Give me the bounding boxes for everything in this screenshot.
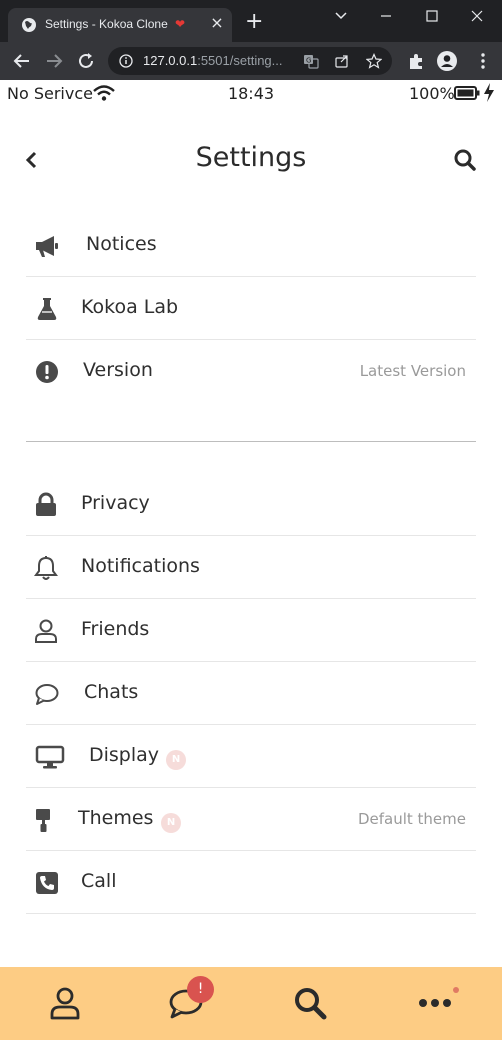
lock-icon	[36, 492, 56, 516]
settings-item-label: Display	[89, 744, 160, 766]
phone-square-icon	[36, 872, 58, 894]
site-info-icon[interactable]	[119, 54, 133, 68]
settings-item-label: Call	[81, 870, 117, 892]
tab-friends-user-icon[interactable]	[47, 985, 83, 1021]
browser-menu-icon[interactable]	[472, 50, 494, 72]
bell-icon	[34, 556, 58, 580]
charging-bolt-icon	[484, 83, 494, 102]
settings-item-chats[interactable]: Chats	[26, 662, 476, 725]
globe-icon	[22, 18, 36, 32]
browser-toolbar: 127.0.0.1:5501/setting... G	[0, 42, 502, 80]
flask-icon	[37, 298, 57, 320]
notification-dot	[453, 987, 459, 993]
settings-item-themes[interactable]: Themes N Default theme	[26, 788, 476, 851]
tab-more-ellipsis-icon[interactable]	[417, 985, 453, 1021]
url-text: 127.0.0.1:5501/setting...	[143, 53, 283, 68]
comment-icon	[35, 684, 59, 705]
new-badge: N	[161, 813, 181, 833]
paint-roller-icon	[36, 809, 50, 832]
back-arrow-icon[interactable]	[11, 50, 33, 72]
desktop-icon	[35, 745, 65, 769]
status-bar: No Serivce 18:43 100%	[0, 80, 502, 108]
new-tab-button[interactable]: +	[245, 11, 263, 33]
settings-item-label: Version	[83, 359, 153, 381]
settings-item-label: Themes	[78, 807, 154, 829]
settings-item-label: Chats	[84, 681, 139, 703]
reload-icon[interactable]	[75, 50, 97, 72]
settings-item-display[interactable]: Display N	[26, 725, 476, 788]
settings-item-label: Friends	[81, 618, 150, 640]
minimize-icon[interactable]	[375, 6, 397, 26]
maximize-icon[interactable]	[421, 6, 443, 26]
battery-percent: 100%	[409, 84, 455, 103]
section-divider	[26, 441, 476, 442]
settings-item-kokoa-lab[interactable]: Kokoa Lab	[26, 277, 476, 340]
settings-item-call[interactable]: Call	[26, 851, 476, 914]
profile-avatar-icon[interactable]	[436, 50, 458, 72]
new-badge: N	[166, 750, 186, 770]
tab-search-chevron-icon[interactable]	[330, 6, 352, 26]
settings-item-label: Notifications	[81, 555, 200, 577]
close-tab-icon[interactable]: ×	[208, 14, 226, 32]
settings-header: Settings	[0, 130, 502, 190]
version-status: Latest Version	[359, 362, 466, 380]
search-icon[interactable]	[453, 148, 477, 172]
exclamation-circle-icon	[36, 361, 58, 383]
svg-text:G: G	[306, 57, 311, 65]
bookmark-star-icon[interactable]	[366, 53, 382, 69]
share-icon[interactable]	[334, 53, 350, 69]
chat-alert-badge: !	[187, 976, 214, 1003]
settings-item-label: Notices	[86, 233, 157, 255]
theme-value: Default theme	[357, 810, 466, 828]
settings-item-label: Privacy	[81, 492, 150, 514]
forward-arrow-icon[interactable]	[43, 50, 65, 72]
settings-item-label: Kokoa Lab	[81, 296, 179, 318]
heart-icon: ❤	[175, 17, 186, 31]
settings-item-version[interactable]: Version Latest Version	[26, 340, 476, 403]
tab-title: Settings - Kokoa Clone	[45, 17, 168, 31]
page-title: Settings	[195, 142, 307, 173]
settings-item-notices[interactable]: Notices	[26, 214, 476, 277]
address-bar[interactable]: 127.0.0.1:5501/setting... G	[108, 47, 392, 75]
tab-search-icon[interactable]	[292, 985, 328, 1021]
user-icon	[35, 619, 57, 643]
bottom-tab-bar: !	[0, 967, 502, 1040]
browser-tab-strip: Settings - Kokoa Clone ❤ × +	[0, 0, 502, 42]
translate-icon[interactable]: G	[303, 53, 319, 69]
megaphone-icon	[36, 236, 58, 257]
settings-item-notifications[interactable]: Notifications	[26, 536, 476, 599]
extensions-icon[interactable]	[405, 50, 427, 72]
settings-item-friends[interactable]: Friends	[26, 599, 476, 662]
window-close-icon[interactable]	[466, 6, 488, 26]
browser-tab[interactable]: Settings - Kokoa Clone ❤ ×	[8, 8, 232, 42]
battery-icon	[454, 86, 480, 100]
settings-item-privacy[interactable]: Privacy	[26, 473, 476, 536]
